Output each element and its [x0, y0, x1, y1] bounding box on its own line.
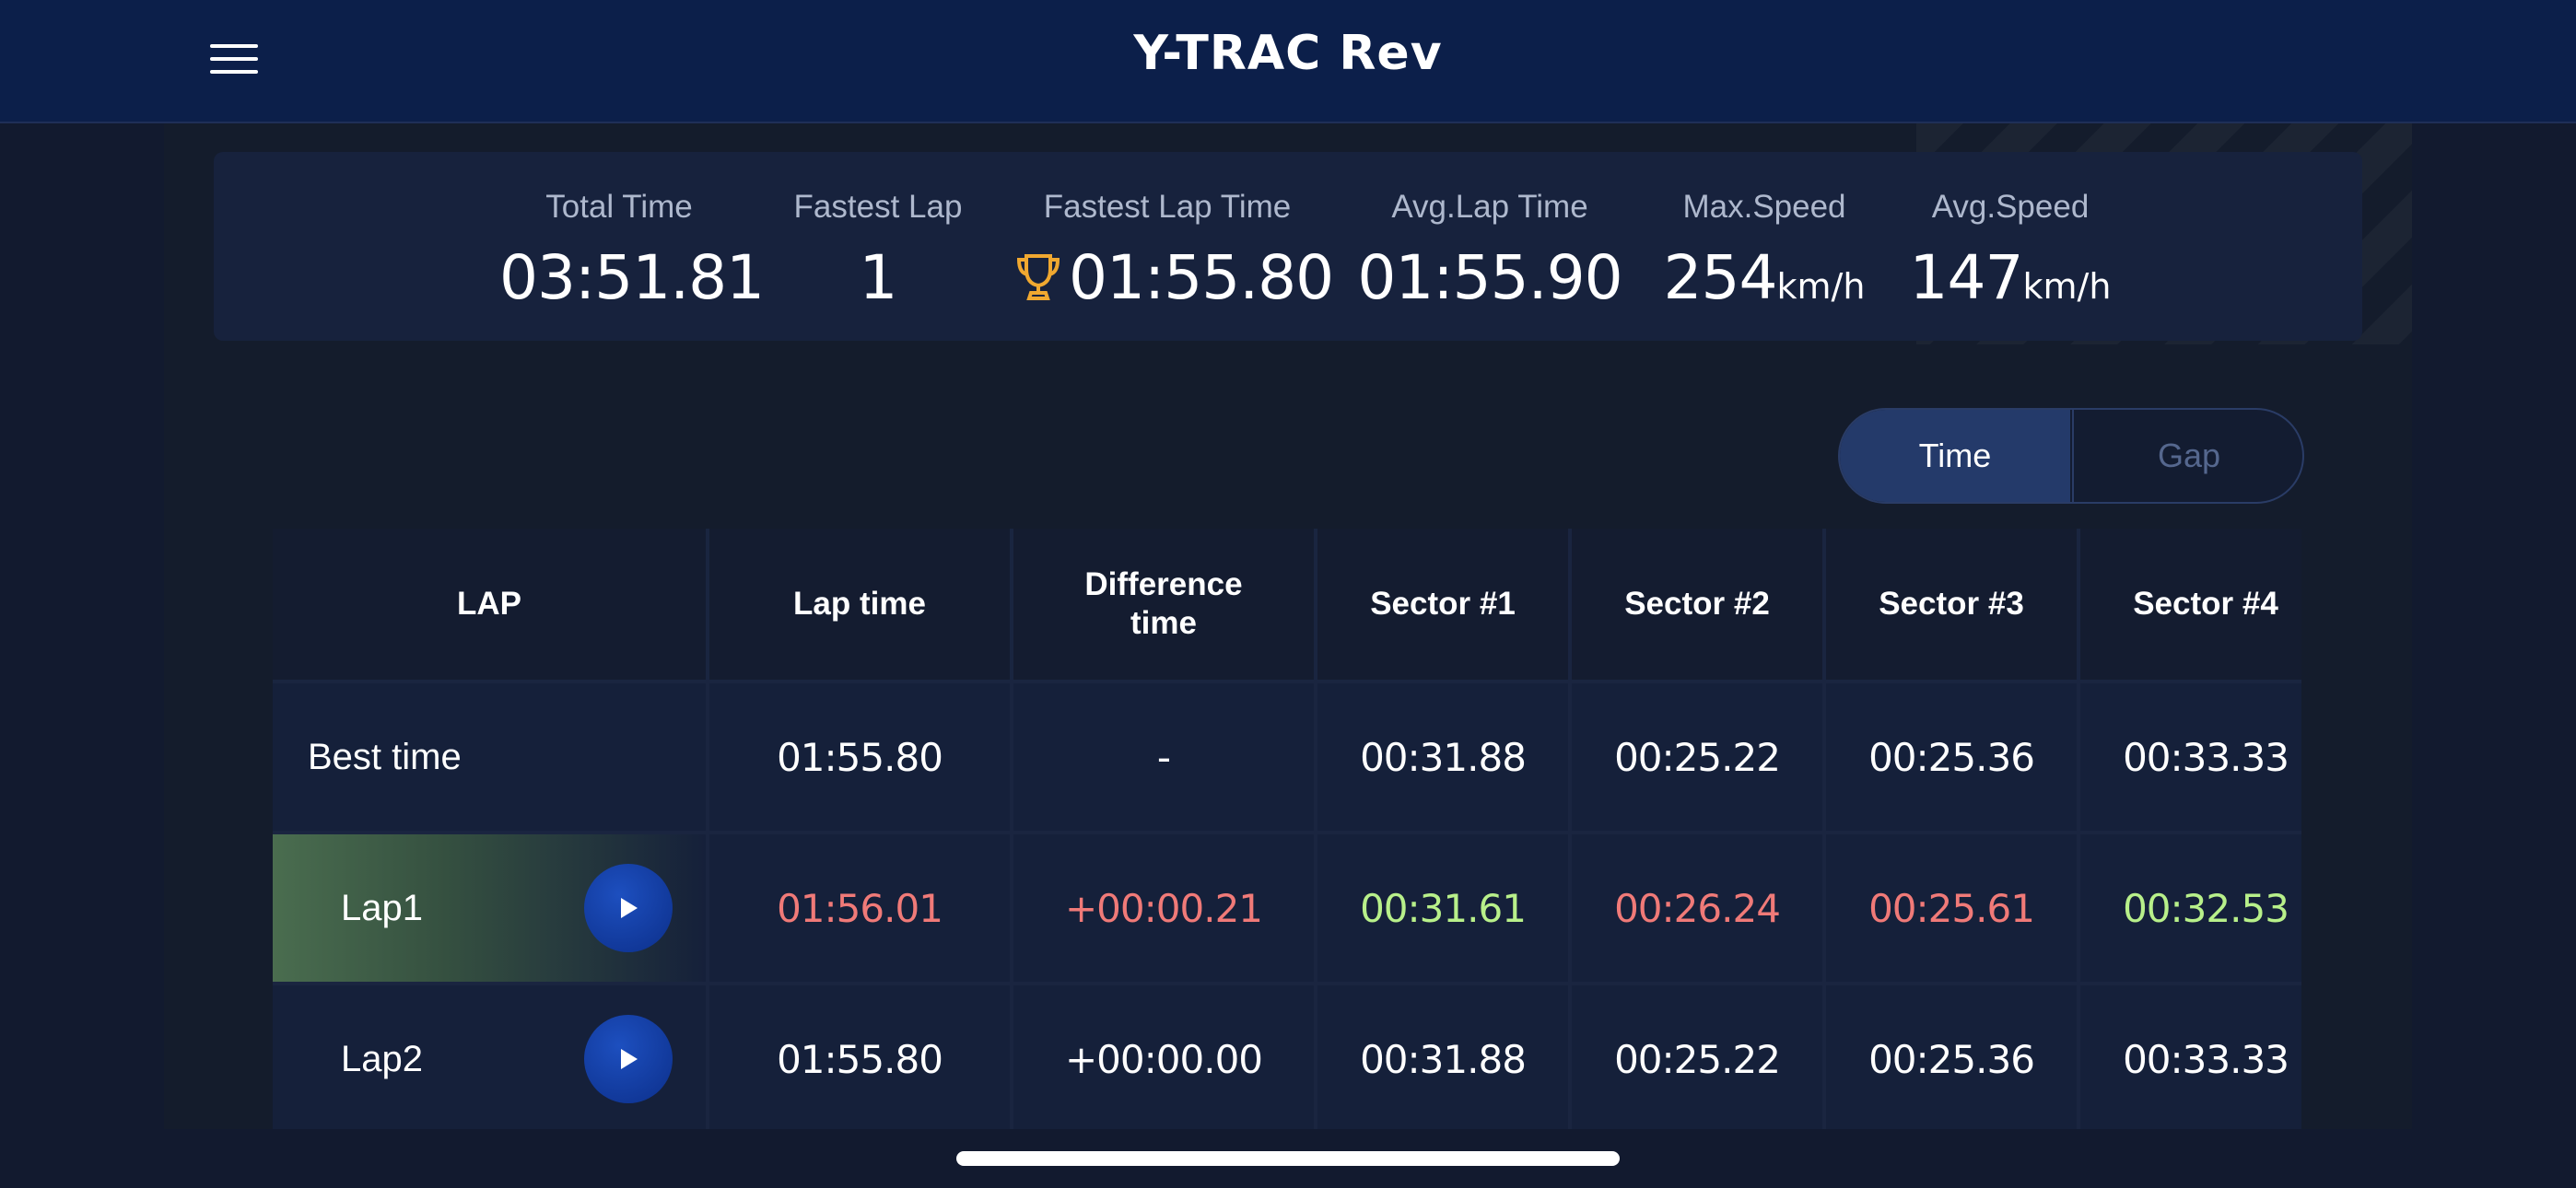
- time-gap-toggle[interactable]: Time Gap: [1838, 408, 2304, 504]
- sector-4-cell: 00:32.53: [2080, 834, 2301, 982]
- lap-name: Lap1: [341, 887, 423, 928]
- table-header-row: LAP Lap time Difference time Sector #1 S…: [273, 529, 2301, 680]
- sector-1-cell: 00:31.61: [1317, 834, 1568, 982]
- stat-unit: km/h: [2022, 266, 2112, 307]
- play-icon: [621, 898, 638, 918]
- stat-label: Fastest Lap Time: [1043, 189, 1292, 225]
- trophy-icon: [1015, 246, 1061, 317]
- stat-value: 254: [1663, 242, 1778, 313]
- table-row[interactable]: Lap2 01:55.80 +00:00.00 00:31.88 00:25.2…: [273, 985, 2301, 1129]
- sector-1-cell: 00:31.88: [1317, 985, 1568, 1129]
- lap-name-cell[interactable]: Lap1: [273, 834, 706, 982]
- stat-label: Total Time: [545, 189, 693, 225]
- summary-panel: Total Time 03:51.81 Fastest Lap 1 Fastes…: [214, 152, 2362, 341]
- stat-unit: km/h: [1776, 266, 1866, 307]
- stat-value: 147: [1909, 242, 2024, 313]
- difference-cell: -: [1013, 683, 1314, 831]
- play-icon: [621, 1049, 638, 1069]
- lap-time-cell: 01:55.80: [709, 683, 1010, 831]
- header-sector-4: Sector #4: [2080, 529, 2301, 680]
- toggle-time[interactable]: Time: [1840, 410, 2070, 502]
- header-sector-1: Sector #1: [1317, 529, 1568, 680]
- lap-time-cell: 01:56.01: [709, 834, 1010, 982]
- stat-value: 01:55.80: [1069, 242, 1334, 313]
- sector-3-cell: 00:25.36: [1826, 683, 2077, 831]
- lap-name: Lap2: [341, 1038, 423, 1079]
- stat-label: Fastest Lap: [793, 189, 963, 225]
- stat-value: 03:51.81: [499, 242, 765, 313]
- sector-3-cell: 00:25.61: [1826, 834, 2077, 982]
- home-indicator[interactable]: [956, 1151, 1620, 1166]
- lap-time-cell: 01:55.80: [709, 985, 1010, 1129]
- stat-label: Avg.Lap Time: [1391, 189, 1588, 225]
- sector-4-cell: 00:33.33: [2080, 683, 2301, 831]
- table-row[interactable]: Lap1 01:56.01 +00:00.21 00:31.61 00:26.2…: [273, 834, 2301, 982]
- play-button[interactable]: [584, 1015, 673, 1103]
- header-lap: LAP: [273, 529, 706, 680]
- sector-2-cell: 00:26.24: [1572, 834, 1822, 982]
- top-bar: Y-TRAC Rev: [0, 0, 2576, 123]
- sector-4-cell: 00:33.33: [2080, 985, 2301, 1129]
- header-sector-3: Sector #3: [1826, 529, 2077, 680]
- stat-value: 01:55.90: [1357, 242, 1622, 313]
- stat-fastest-lap: Fastest Lap 1: [772, 189, 984, 313]
- lap-name-cell[interactable]: Lap2: [273, 985, 706, 1129]
- stat-max-speed: Max.Speed 254km/h: [1640, 189, 1889, 313]
- stat-avg-speed: Avg.Speed 147km/h: [1886, 189, 2135, 313]
- stat-total-time: Total Time 03:51.81: [499, 189, 765, 313]
- table-row: Best time 01:55.80 - 00:31.88 00:25.22 0…: [273, 683, 2301, 831]
- stat-fastest-lap-time: Fastest Lap Time 01:55.80: [1015, 189, 1334, 317]
- stat-value: 1: [859, 242, 898, 313]
- difference-cell: +00:00.21: [1013, 834, 1314, 982]
- stat-value-wrap: 01:55.80: [1015, 242, 1334, 317]
- stat-label: Max.Speed: [1682, 189, 1846, 225]
- stat-label: Avg.Speed: [1931, 189, 2090, 225]
- play-button[interactable]: [584, 864, 673, 952]
- sector-2-cell: 00:25.22: [1572, 985, 1822, 1129]
- lap-table: LAP Lap time Difference time Sector #1 S…: [273, 529, 2301, 1129]
- header-sector-2: Sector #2: [1572, 529, 1822, 680]
- sector-3-cell: 00:25.36: [1826, 985, 2077, 1129]
- stat-avg-lap-time: Avg.Lap Time 01:55.90: [1356, 189, 1623, 313]
- header-lap-time: Lap time: [709, 529, 1010, 680]
- header-difference-time: Difference time: [1013, 529, 1314, 680]
- app-title: Y-TRAC Rev: [1133, 26, 1443, 81]
- sector-1-cell: 00:31.88: [1317, 683, 1568, 831]
- stat-value-wrap: 254km/h: [1640, 242, 1889, 313]
- sector-2-cell: 00:25.22: [1572, 683, 1822, 831]
- difference-cell: +00:00.00: [1013, 985, 1314, 1129]
- header-difference-line1: Difference: [1084, 566, 1243, 602]
- stat-value-wrap: 147km/h: [1886, 242, 2135, 313]
- lap-name: Best time: [308, 736, 462, 777]
- header-difference-line2: time: [1130, 605, 1197, 641]
- toggle-gap[interactable]: Gap: [2072, 410, 2302, 502]
- lap-name-cell: Best time: [273, 683, 706, 831]
